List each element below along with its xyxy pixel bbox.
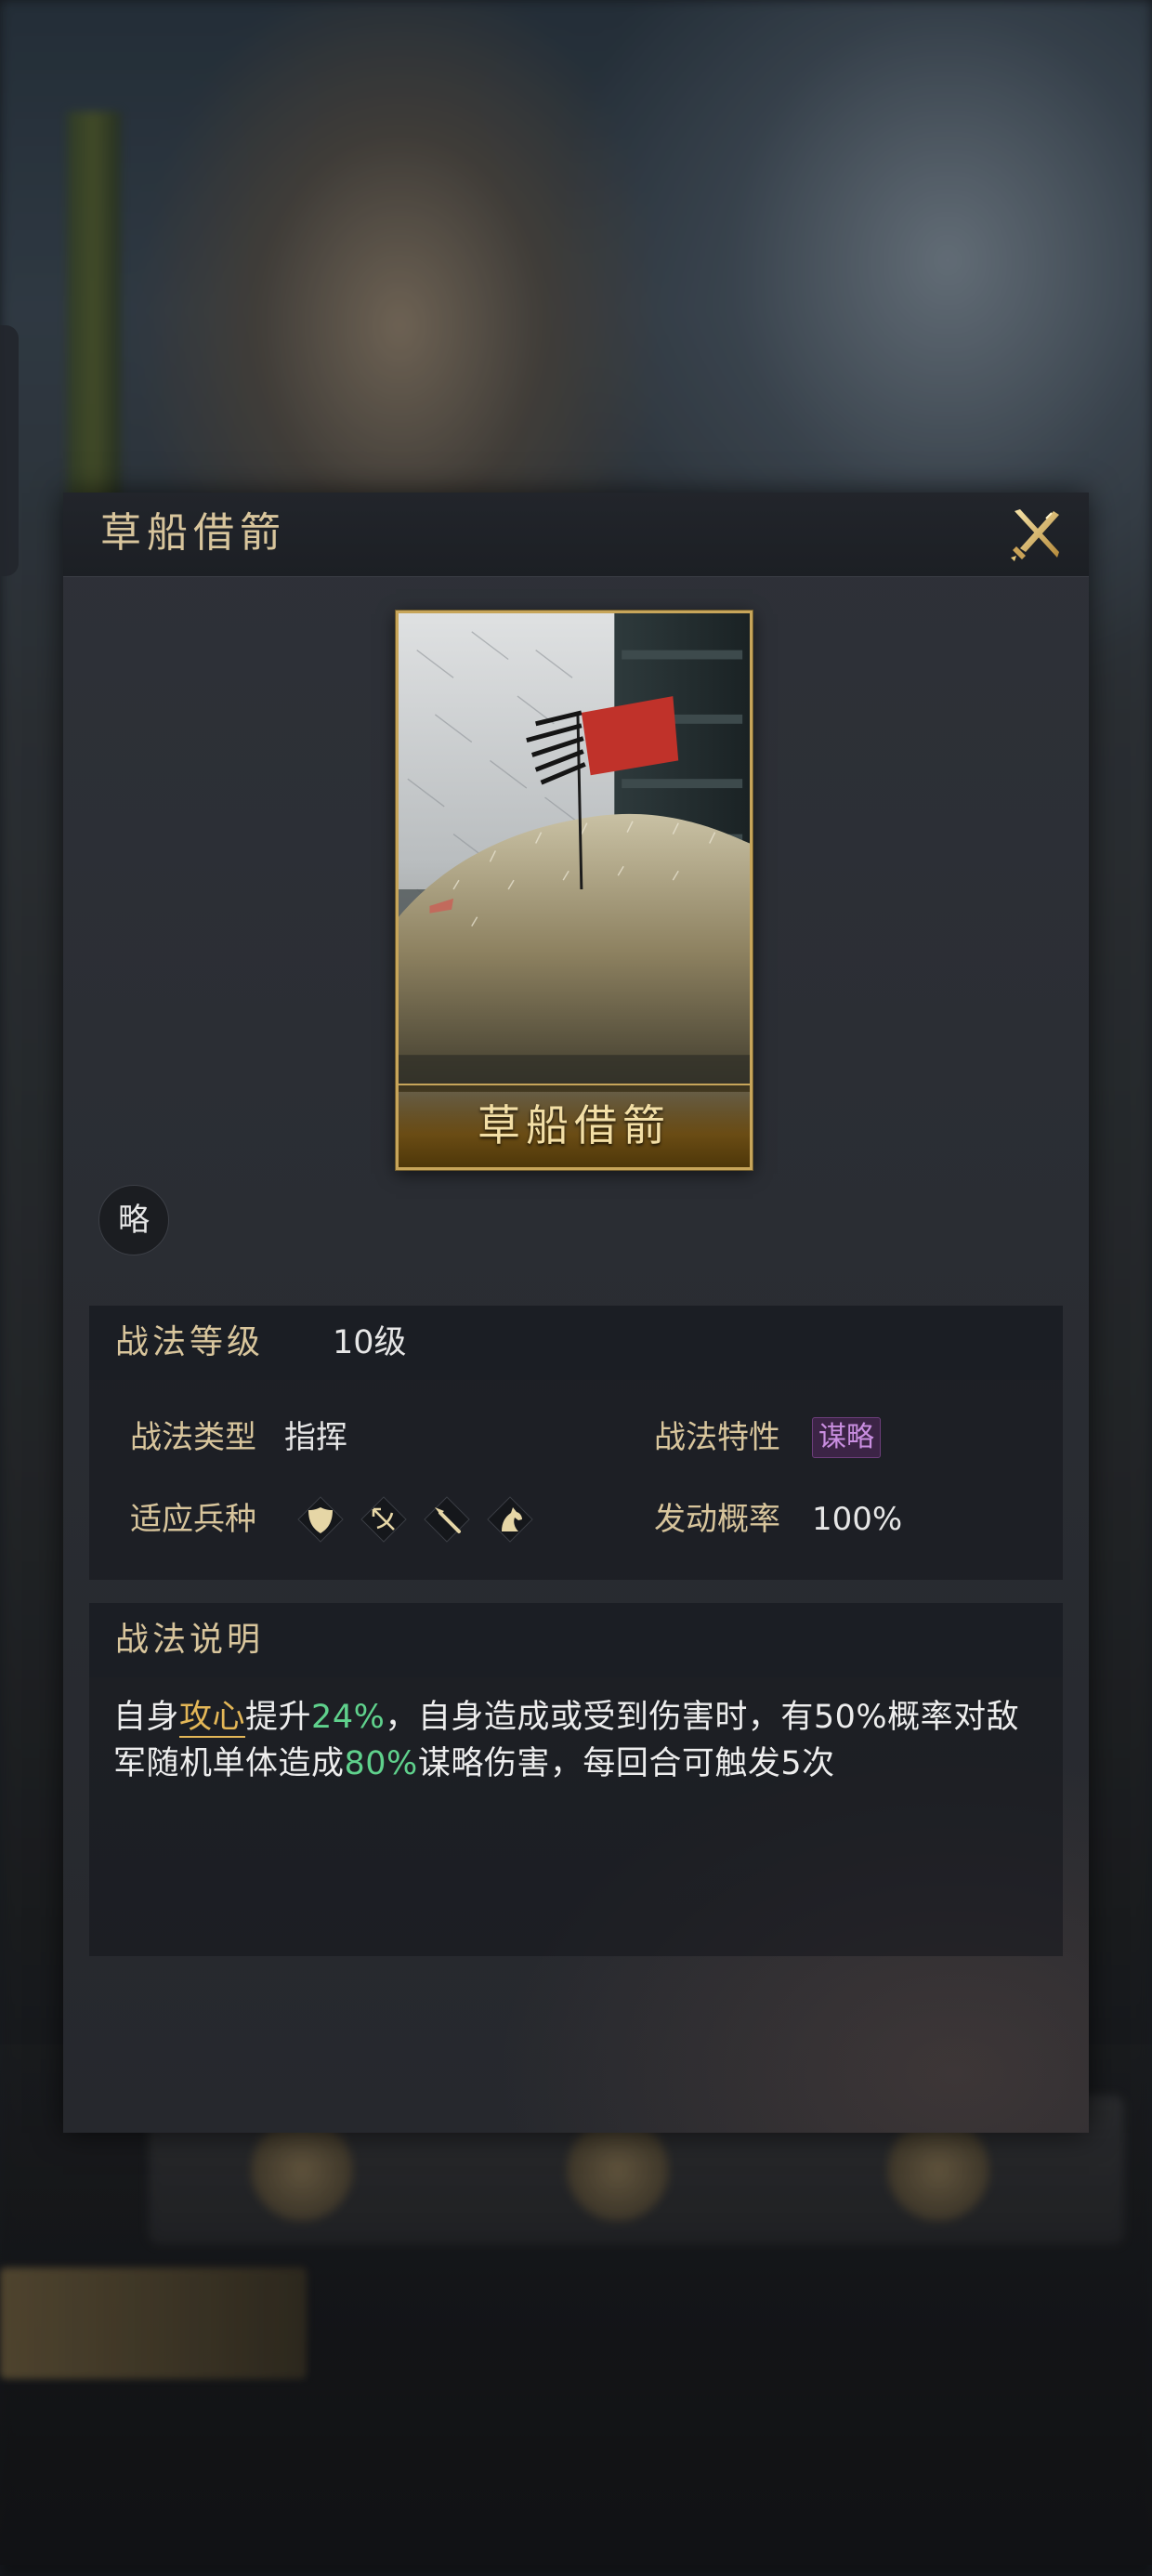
description-title: 战法说明 xyxy=(115,1621,265,1659)
description-header: 战法说明 xyxy=(89,1603,1063,1677)
desc-text-seg: 提升 xyxy=(245,1699,312,1736)
skill-info-section: 战法等级 10级 战法类型 指挥 战法特性 谋略 适应兵种 发动概率 100% xyxy=(89,1306,1063,1580)
description-text: 自身攻心提升24%，自身造成或受到伤害时，有50%概率对敌军随机单体造成80%谋… xyxy=(113,1694,1042,1787)
troop-types-label: 适应兵种 xyxy=(130,1501,256,1538)
horse-icon xyxy=(487,1496,533,1543)
skill-description-section: 战法说明 自身攻心提升24%，自身造成或受到伤害时，有50%概率对敌军随机单体造… xyxy=(89,1603,1063,1956)
dialog-title: 草船借箭 xyxy=(100,509,286,557)
shield-icon xyxy=(297,1496,344,1543)
activation-rate-value: 100% xyxy=(812,1501,903,1538)
crossed-swords-close-icon xyxy=(1011,509,1059,561)
spear-icon xyxy=(424,1496,470,1543)
skill-level-label: 战法等级 xyxy=(115,1323,265,1361)
desc-value-highlight: 24% xyxy=(311,1699,386,1736)
keyword-link[interactable]: 攻心 xyxy=(179,1699,246,1738)
desc-text-seg: 谋略伤害，每回合可触发5次 xyxy=(417,1745,835,1782)
skill-detail-dialog: 草船借箭 草船借箭 略 战法等级 10级 战法类型 指挥 战法特性 谋略 适应兵… xyxy=(63,493,1089,2133)
desc-text-seg: 自身 xyxy=(113,1699,180,1736)
desc-value-highlight: 80% xyxy=(344,1745,418,1782)
dialog-header: 草船借箭 xyxy=(63,493,1089,577)
skill-trait-label: 战法特性 xyxy=(654,1419,780,1456)
troop-types xyxy=(295,1494,535,1544)
skill-level-value: 10级 xyxy=(333,1324,407,1361)
skill-type-badge: 略 xyxy=(98,1185,169,1255)
skill-card: 草船借箭 xyxy=(396,611,753,1170)
skill-card-name: 草船借箭 xyxy=(399,1084,750,1167)
skill-type-label: 战法类型 xyxy=(130,1419,256,1456)
close-button[interactable] xyxy=(1007,506,1065,563)
skill-level-row: 战法等级 10级 xyxy=(89,1306,1063,1380)
skill-type-value: 指挥 xyxy=(284,1419,347,1456)
skill-trait-tag: 谋略 xyxy=(812,1417,881,1458)
crossbow-icon xyxy=(360,1496,407,1543)
activation-rate-label: 发动概率 xyxy=(654,1501,780,1538)
